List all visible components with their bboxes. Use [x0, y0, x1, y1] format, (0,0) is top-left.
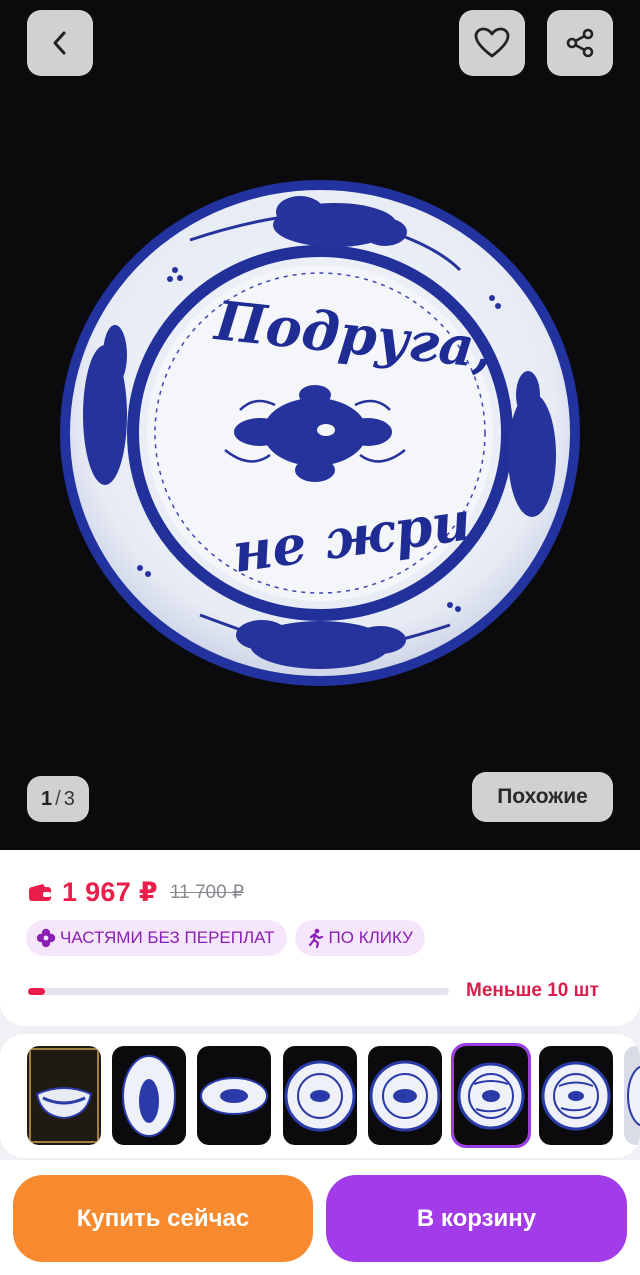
- stock-label: Меньше 10 шт: [466, 980, 599, 1001]
- current-price: 1 967 ₽: [62, 877, 158, 907]
- variant-thumb[interactable]: [197, 1046, 271, 1145]
- variant-thumb[interactable]: [368, 1046, 442, 1145]
- variant-thumb[interactable]: [283, 1046, 357, 1145]
- product-image-gallery[interactable]: Подруга, не жри 1 / 3 Похожие: [0, 0, 640, 850]
- one-click-badge[interactable]: ПО КЛИКУ: [294, 920, 425, 956]
- price-row: 1 967 ₽ 11 700 ₽: [28, 877, 244, 908]
- flower-icon: [36, 928, 56, 948]
- share-icon: [566, 28, 594, 58]
- stock-level-bar: [28, 988, 449, 995]
- wallet-icon: [29, 884, 51, 901]
- installments-badge[interactable]: ЧАСТЯМИ БЕЗ ПЕРЕПЛАТ: [26, 920, 287, 956]
- image-counter-separator: /: [55, 787, 61, 810]
- variant-thumb[interactable]: [539, 1046, 613, 1145]
- variant-thumb[interactable]: [624, 1046, 640, 1145]
- old-price: 11 700 ₽: [169, 882, 245, 903]
- variant-thumb[interactable]: [112, 1046, 186, 1145]
- image-counter-total: 3: [63, 787, 75, 810]
- add-to-cart-button[interactable]: В корзину: [326, 1175, 627, 1262]
- variant-thumbnails[interactable]: [0, 1034, 640, 1158]
- action-bar: Купить сейчас В корзину: [0, 1160, 640, 1275]
- heart-icon: [474, 27, 510, 58]
- back-button[interactable]: [27, 10, 93, 76]
- product-image: Подруга, не жри: [60, 180, 580, 686]
- image-counter-current: 1: [41, 787, 53, 810]
- image-counter: 1 / 3: [27, 776, 89, 822]
- price-card: 1 967 ₽ 11 700 ₽ ЧАСТЯМИ БЕЗ ПЕРЕПЛАТ ПО…: [0, 850, 640, 1026]
- installments-badge-label: ЧАСТЯМИ БЕЗ ПЕРЕПЛАТ: [60, 928, 275, 947]
- variant-thumb-selected[interactable]: [451, 1043, 531, 1148]
- variant-thumb[interactable]: [27, 1046, 101, 1145]
- buy-now-button[interactable]: Купить сейчас: [13, 1175, 313, 1262]
- stock-level-fill: [28, 988, 45, 995]
- promo-badges: ЧАСТЯМИ БЕЗ ПЕРЕПЛАТ ПО КЛИКУ: [26, 920, 425, 956]
- chevron-left-icon: [53, 31, 66, 55]
- similar-products-button[interactable]: Похожие: [472, 772, 613, 822]
- share-button[interactable]: [547, 10, 613, 76]
- one-click-badge-label: ПО КЛИКУ: [328, 928, 413, 947]
- running-person-icon: [308, 928, 323, 948]
- favorite-button[interactable]: [459, 10, 525, 76]
